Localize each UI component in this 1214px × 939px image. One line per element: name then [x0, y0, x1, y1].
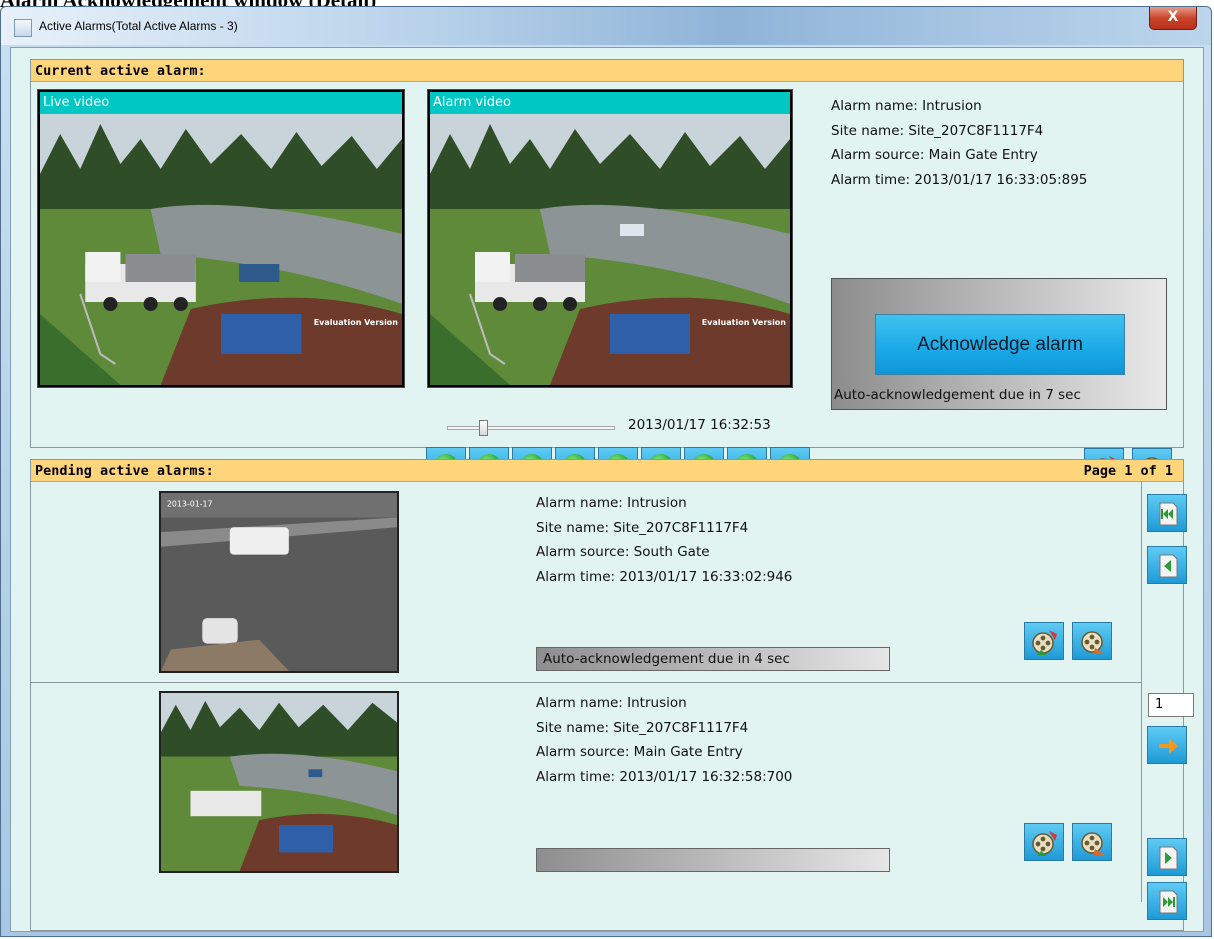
pending-alarm-time: Alarm time: 2013/01/17 16:32:58:700 [536, 768, 793, 785]
film-reel-export-icon [1032, 630, 1057, 655]
active-alarms-window: Active Alarms(Total Active Alarms - 3) X… [0, 6, 1212, 937]
playback-slider[interactable] [447, 420, 615, 438]
first-page-button[interactable] [1147, 494, 1187, 532]
pending-site-name: Site name: Site_207C8F1117F4 [536, 719, 749, 736]
last-page-button[interactable] [1147, 882, 1187, 920]
acknowledge-alarm-button[interactable]: Acknowledge alarm [875, 314, 1125, 375]
live-video-watermark: Evaluation Version [313, 318, 398, 327]
pending-alarm-time: Alarm time: 2013/01/17 16:33:02:946 [536, 568, 793, 585]
export-video-button[interactable] [1024, 622, 1064, 660]
pending-site-name: Site name: Site_207C8F1117F4 [536, 519, 749, 536]
previous-page-button[interactable] [1147, 546, 1187, 584]
first-page-icon [1159, 502, 1178, 526]
arrow-right-icon [1159, 738, 1178, 754]
live-video-panel[interactable]: Live video Evaluation Version [37, 89, 405, 388]
page-indicator: Page 1 of 1 [1083, 463, 1173, 479]
client-area: Current active alarm: Live video Evaluat… [10, 47, 1204, 932]
play-recording-button[interactable] [1072, 823, 1112, 861]
pending-alarm-details: Alarm name: Intrusion Site name: Site_20… [536, 491, 792, 589]
alarm-video-watermark: Evaluation Version [701, 318, 786, 327]
alarm-video-panel[interactable]: Alarm video Evaluation Version [427, 89, 793, 388]
title-bar[interactable]: Active Alarms(Total Active Alarms - 3) X [1, 7, 1211, 45]
pending-auto-ack-bar [536, 848, 890, 872]
pending-auto-ack-bar: Auto-acknowledgement due in 4 sec [536, 647, 890, 671]
live-video-label: Live video [40, 92, 402, 114]
pending-alarm-source: Alarm source: Main Gate Entry [536, 744, 743, 760]
current-alarm-name: Alarm name: Intrusion [831, 98, 982, 114]
pending-alarms-section: Pending active alarms: Page 1 of 1 2013-… [30, 459, 1194, 931]
film-reel-icon [1081, 631, 1105, 654]
pending-alarm-name: Alarm name: Intrusion [536, 695, 687, 711]
current-alarm-header: Current active alarm: [31, 60, 1183, 82]
export-video-button[interactable] [1024, 823, 1064, 861]
next-page-button[interactable] [1147, 838, 1187, 876]
pending-alarm-details: Alarm name: Intrusion Site name: Site_20… [536, 691, 792, 789]
pending-alarm-thumbnail[interactable] [159, 691, 399, 873]
pending-alarms-header: Pending active alarms: [31, 460, 1183, 482]
go-to-page-button[interactable] [1147, 726, 1187, 764]
window-title: Active Alarms(Total Active Alarms - 3) [39, 19, 238, 33]
pending-alarm-row[interactable]: 2013-01-17 Alarm name: Intrusion Site na… [31, 482, 1141, 683]
current-alarm-time: Alarm time: 2013/01/17 16:33:05:895 [831, 171, 1088, 188]
film-reel-icon [1081, 832, 1105, 855]
current-site-name: Site name: Site_207C8F1117F4 [831, 122, 1044, 139]
window-icon [14, 19, 32, 37]
play-recording-button[interactable] [1072, 622, 1112, 660]
alarm-video-label: Alarm video [430, 92, 790, 114]
pending-alarm-source: Alarm source: South Gate [536, 544, 710, 560]
live-video-feed [40, 114, 402, 385]
pending-alarm-list: 2013-01-17 Alarm name: Intrusion Site na… [31, 482, 1142, 902]
alarm-video-feed [430, 114, 790, 385]
pending-alarm-name: Alarm name: Intrusion [536, 495, 687, 511]
current-auto-ack-note: Auto-acknowledgement due in 7 sec [834, 387, 1081, 403]
svg-text:2013-01-17: 2013-01-17 [167, 500, 213, 509]
page-number-input[interactable]: 1 [1148, 693, 1194, 717]
current-alarm-details: Alarm name: Intrusion Site name: Site_20… [831, 94, 1087, 192]
playback-time: 2013/01/17 16:32:53 [628, 417, 771, 433]
playback-slider-track [447, 426, 615, 430]
pending-alarm-row[interactable]: Alarm name: Intrusion Site name: Site_20… [31, 683, 1141, 883]
acknowledge-panel: Acknowledge alarm Auto-acknowledgement d… [831, 278, 1167, 410]
previous-page-icon [1159, 554, 1178, 578]
current-alarm-source: Alarm source: Main Gate Entry [831, 147, 1038, 163]
last-page-icon [1159, 890, 1178, 914]
next-page-icon [1159, 846, 1178, 870]
pending-alarm-thumbnail[interactable]: 2013-01-17 [159, 491, 399, 673]
current-alarm-section: Current active alarm: Live video Evaluat… [30, 59, 1184, 486]
film-reel-export-icon [1032, 831, 1057, 856]
close-button[interactable]: X [1149, 7, 1197, 30]
playback-slider-thumb[interactable] [479, 420, 488, 436]
